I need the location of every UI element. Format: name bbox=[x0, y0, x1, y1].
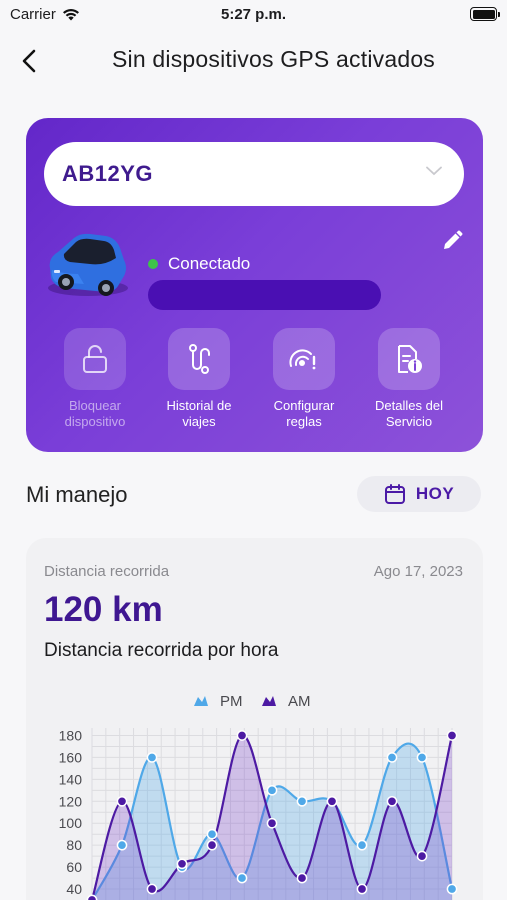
calendar-icon bbox=[384, 484, 405, 504]
edit-button[interactable] bbox=[441, 230, 463, 257]
date-filter-label: HOY bbox=[415, 484, 455, 503]
data-point-am bbox=[386, 795, 398, 807]
date-filter-button[interactable]: HOY bbox=[357, 476, 481, 512]
status-bar: Carrier 5:27 p.m. bbox=[0, 0, 507, 30]
legend-label-pm: PM bbox=[220, 693, 243, 710]
battery-icon bbox=[470, 7, 500, 21]
chart-title: Distancia recorrida por hora bbox=[44, 640, 279, 661]
page-title: Sin dispositivos GPS activados bbox=[111, 46, 436, 72]
action-configure-rules[interactable]: Configurar reglas bbox=[249, 328, 359, 430]
data-point-am bbox=[86, 894, 98, 900]
connection-status-label: Conectado bbox=[168, 254, 251, 273]
route-icon bbox=[189, 344, 210, 374]
data-point-am bbox=[236, 730, 248, 741]
y-tick-label: 180 bbox=[59, 727, 83, 743]
data-point-pm bbox=[446, 883, 458, 895]
section-title: Mi manejo bbox=[26, 482, 128, 507]
stat-date: Ago 17, 2023 bbox=[373, 563, 463, 580]
y-tick-label: 60 bbox=[66, 859, 82, 875]
data-point-am bbox=[176, 858, 188, 870]
y-tick-label: 40 bbox=[66, 881, 82, 897]
device-card: AB12YG Conectado Bloquear dispositivo Hi… bbox=[26, 118, 483, 452]
data-point-am bbox=[146, 883, 158, 895]
status-dot bbox=[148, 259, 158, 269]
data-point-pm bbox=[146, 752, 158, 763]
chevron-left-icon bbox=[22, 49, 36, 73]
document-info-icon bbox=[398, 345, 422, 373]
distance-chart: 40 60 80 100 120 140 160 180 PM AM bbox=[59, 693, 458, 900]
data-point-pm bbox=[116, 839, 128, 851]
stat-label: Distancia recorrida bbox=[44, 563, 170, 580]
data-point-am bbox=[416, 850, 428, 862]
car-image bbox=[48, 233, 128, 296]
data-point-am bbox=[326, 795, 338, 807]
y-tick-label: 140 bbox=[59, 771, 83, 787]
action-label: Historial de viajes bbox=[166, 398, 232, 429]
stat-value: 120 km bbox=[44, 590, 163, 629]
y-tick-label: 80 bbox=[66, 837, 82, 853]
action-label: Bloquear dispositivo bbox=[64, 398, 126, 429]
action-label: Configurar reglas bbox=[273, 398, 335, 429]
data-point-am bbox=[296, 872, 308, 884]
action-label: Detalles del Servicio bbox=[375, 398, 443, 429]
device-actions: Bloquear dispositivo Historial de viajes bbox=[26, 328, 483, 438]
pencil-icon bbox=[444, 230, 463, 249]
vehicle-select[interactable]: AB12YG bbox=[44, 142, 464, 206]
data-point-pm bbox=[296, 795, 308, 807]
data-point-am bbox=[116, 795, 128, 807]
data-point-pm bbox=[356, 839, 368, 851]
stats-card: Distancia recorrida Ago 17, 2023 120 km … bbox=[26, 538, 483, 900]
data-point-am bbox=[266, 817, 278, 829]
nav-bar: Sin dispositivos GPS activados bbox=[0, 36, 507, 84]
y-tick-label: 100 bbox=[59, 815, 83, 831]
legend-icon-am bbox=[262, 696, 276, 706]
data-point-am bbox=[356, 883, 368, 895]
action-block-device[interactable]: Bloquear dispositivo bbox=[40, 328, 150, 430]
vehicle-plate: AB12YG bbox=[62, 161, 154, 186]
connection-status: Conectado bbox=[148, 254, 250, 274]
data-point-pm bbox=[266, 784, 278, 796]
device-info-bar bbox=[148, 280, 381, 310]
legend-icon-pm bbox=[194, 696, 208, 706]
legend-label-am: AM bbox=[288, 693, 311, 710]
data-point-pm bbox=[416, 752, 428, 763]
clock: 5:27 p.m. bbox=[220, 6, 287, 23]
action-service-details[interactable]: Detalles del Servicio bbox=[354, 328, 464, 430]
action-trip-history[interactable]: Historial de viajes bbox=[144, 328, 254, 430]
screen: Carrier 5:27 p.m. Sin dispositivos GPS a… bbox=[0, 0, 507, 900]
unlock-icon bbox=[83, 345, 107, 373]
data-point-pm bbox=[236, 872, 248, 884]
data-point-pm bbox=[386, 752, 398, 763]
data-point-am bbox=[206, 839, 218, 851]
data-point-am bbox=[446, 730, 458, 741]
y-tick-label: 120 bbox=[59, 793, 83, 809]
y-tick-label: 160 bbox=[59, 749, 83, 765]
chevron-down-icon bbox=[426, 166, 442, 176]
data-point-pm bbox=[206, 828, 218, 840]
signal-rules-icon bbox=[289, 349, 316, 370]
